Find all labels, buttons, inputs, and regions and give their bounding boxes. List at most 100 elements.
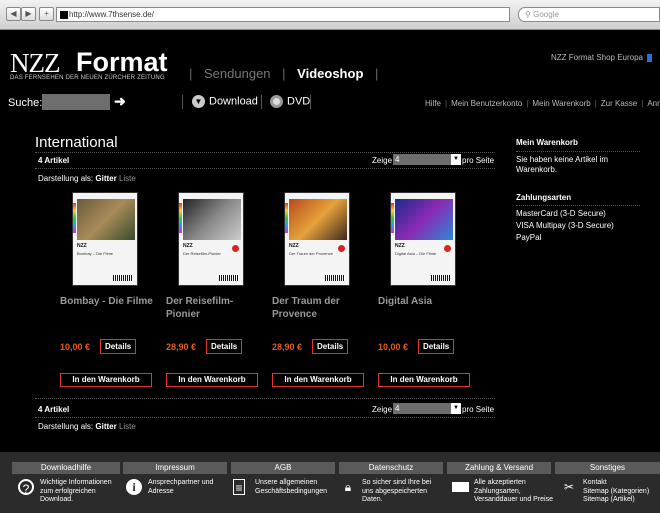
cover-title: Digital Asia – Die Filme xyxy=(395,251,437,256)
toolbar-divider xyxy=(261,95,262,109)
footer-tab-downloadhilfe[interactable]: Downloadhilfe xyxy=(12,462,120,474)
cover-photo xyxy=(289,199,347,240)
flag-icon xyxy=(647,53,652,62)
product-title[interactable]: Bombay - Die Filme xyxy=(60,295,160,308)
link-warenkorb[interactable]: Mein Warenkorb xyxy=(532,99,590,108)
cover-color-stripe xyxy=(73,203,76,233)
footer-impressum-text: Ansprechpartner und Adresse xyxy=(148,479,214,495)
per-page-label-bottom: pro Seite xyxy=(462,405,495,414)
utility-links: Hilfe | Mein Benutzerkonto | Mein Warenkorb |… xyxy=(425,99,660,108)
footer-tab-impressum[interactable]: Impressum xyxy=(123,462,227,474)
payment-visa: VISA Multipay (3-D Secure) xyxy=(516,221,614,230)
per-page-value: 4 xyxy=(395,155,400,164)
search-label: Suche: xyxy=(8,97,43,109)
add-to-cart-button[interactable]: In den Warenkorb xyxy=(60,373,152,387)
footer-agb-text: Unsere allgemeinen Geschäftsbedingungen xyxy=(255,479,327,495)
download-label: Download xyxy=(209,95,258,108)
display-grid-option[interactable]: Gitter xyxy=(95,422,116,431)
per-page-select-top[interactable]: 4 ▼ xyxy=(393,154,461,165)
dvd-button[interactable]: DVD xyxy=(270,95,310,108)
cover-color-stripe xyxy=(391,203,394,233)
browser-search-placeholder: Google xyxy=(533,10,559,19)
product-title[interactable]: Digital Asia xyxy=(378,295,478,308)
details-button[interactable]: Details xyxy=(418,339,455,354)
barcode xyxy=(325,275,345,281)
product-price: 28,90 € xyxy=(272,342,303,352)
display-list-option[interactable]: Liste xyxy=(119,174,136,183)
age-rating-badge xyxy=(232,245,239,252)
toolbar-divider xyxy=(310,95,311,109)
cover-title: Der Reisefilm-Pionier xyxy=(183,251,221,256)
footer-tab-datenschutz[interactable]: Datenschutz xyxy=(339,462,443,474)
shop-region-link[interactable]: NZZ Format Shop Europa xyxy=(551,53,652,62)
age-rating-badge xyxy=(444,245,451,252)
footer-download-text: Wichtige Informationen zum erfolgreichen… xyxy=(40,479,112,503)
footer-tab-zahlung[interactable]: Zahlung & Versand xyxy=(447,462,551,474)
cover-color-stripe xyxy=(285,203,288,233)
product-title[interactable]: Der Reisefilm-Pionier xyxy=(166,295,266,321)
address-bar[interactable]: http://www.7thsense.de/ ↻ xyxy=(56,7,555,22)
shop-region-label: NZZ Format Shop Europa xyxy=(550,53,643,62)
per-page-select-bottom[interactable]: 4 ▼ xyxy=(393,403,461,414)
download-button[interactable]: ▼ Download xyxy=(192,95,258,108)
cover-photo xyxy=(183,199,241,240)
per-page-label-top: pro Seite xyxy=(462,156,495,165)
disc-icon xyxy=(270,95,283,108)
search-submit-arrow-icon[interactable]: ➜ xyxy=(114,93,126,110)
add-to-cart-button[interactable]: In den Warenkorb xyxy=(378,373,470,387)
product-cover-image[interactable]: NZZ Der Traum der Provence xyxy=(284,192,350,286)
link-hilfe[interactable]: Hilfe xyxy=(425,99,441,108)
divider xyxy=(35,152,495,153)
product-cover-image[interactable]: NZZ Bombay – Die Filme xyxy=(72,192,138,286)
divider xyxy=(516,205,640,206)
cover-brand: NZZ xyxy=(289,243,299,249)
cover-brand: NZZ xyxy=(183,243,193,249)
cover-photo xyxy=(77,199,135,240)
divider xyxy=(35,398,495,399)
cover-color-stripe xyxy=(179,203,182,233)
browser-search-field[interactable]: ⚲ Google xyxy=(518,7,660,22)
nav-sendungen[interactable]: Sendungen xyxy=(204,66,271,81)
article-count-bottom: 4 Artikel xyxy=(38,405,70,414)
nav-videoshop[interactable]: Videoshop xyxy=(297,66,363,81)
footer-tab-agb[interactable]: AGB xyxy=(231,462,335,474)
back-arrow-icon[interactable]: ◀ xyxy=(6,7,21,21)
display-list-option[interactable]: Liste xyxy=(119,422,136,431)
barcode xyxy=(113,275,133,281)
add-to-cart-button[interactable]: In den Warenkorb xyxy=(166,373,258,387)
divider xyxy=(516,151,640,152)
plus-icon[interactable]: + xyxy=(39,7,54,21)
product-title[interactable]: Der Traum der Provence xyxy=(272,295,372,321)
chevron-down-icon: ▼ xyxy=(451,403,461,414)
link-anmelden[interactable]: Anmelden xyxy=(647,99,660,108)
footer-datenschutz-text: So sicher sind Ihre bei uns abgespeicher… xyxy=(362,479,432,503)
link-kasse[interactable]: Zur Kasse xyxy=(601,99,637,108)
lock-icon: 🔒︎ xyxy=(344,480,352,494)
product-cover-image[interactable]: NZZ Der Reisefilm-Pionier xyxy=(178,192,244,286)
product-cover-image[interactable]: NZZ Digital Asia – Die Filme xyxy=(390,192,456,286)
display-grid-option[interactable]: Gitter xyxy=(95,174,116,183)
footer-sonstiges-text: Kontakt Sitemap (Kategorien) Sitemap (Ar… xyxy=(583,479,650,503)
payment-paypal: PayPal xyxy=(516,233,542,242)
divider xyxy=(35,417,495,418)
info-icon: i xyxy=(126,479,142,495)
footer-zahlung-text: Alle akzeptierten Zahlungsarten, Versand… xyxy=(474,479,553,503)
details-button[interactable]: Details xyxy=(100,339,137,354)
barcode xyxy=(219,275,239,281)
link-benutzerkonto[interactable]: Mein Benutzerkonto xyxy=(451,99,522,108)
details-button[interactable]: Details xyxy=(206,339,243,354)
search-input[interactable] xyxy=(42,94,110,110)
cover-brand: NZZ xyxy=(395,243,405,249)
nav-divider: | xyxy=(375,66,379,81)
details-button[interactable]: Details xyxy=(312,339,349,354)
zeige-label-top: Zeige xyxy=(372,156,393,165)
product-price: 10,00 € xyxy=(60,342,91,352)
logo-format[interactable]: Format xyxy=(76,47,168,78)
payment-mastercard: MasterCard (3-D Secure) xyxy=(516,209,606,218)
footer-tab-sonstiges[interactable]: Sonstiges xyxy=(555,462,660,474)
add-to-cart-button[interactable]: In den Warenkorb xyxy=(272,373,364,387)
toolbar-divider xyxy=(182,95,183,109)
divider xyxy=(35,168,495,169)
help-icon: ? xyxy=(18,479,34,496)
forward-arrow-icon[interactable]: ▶ xyxy=(21,7,36,21)
